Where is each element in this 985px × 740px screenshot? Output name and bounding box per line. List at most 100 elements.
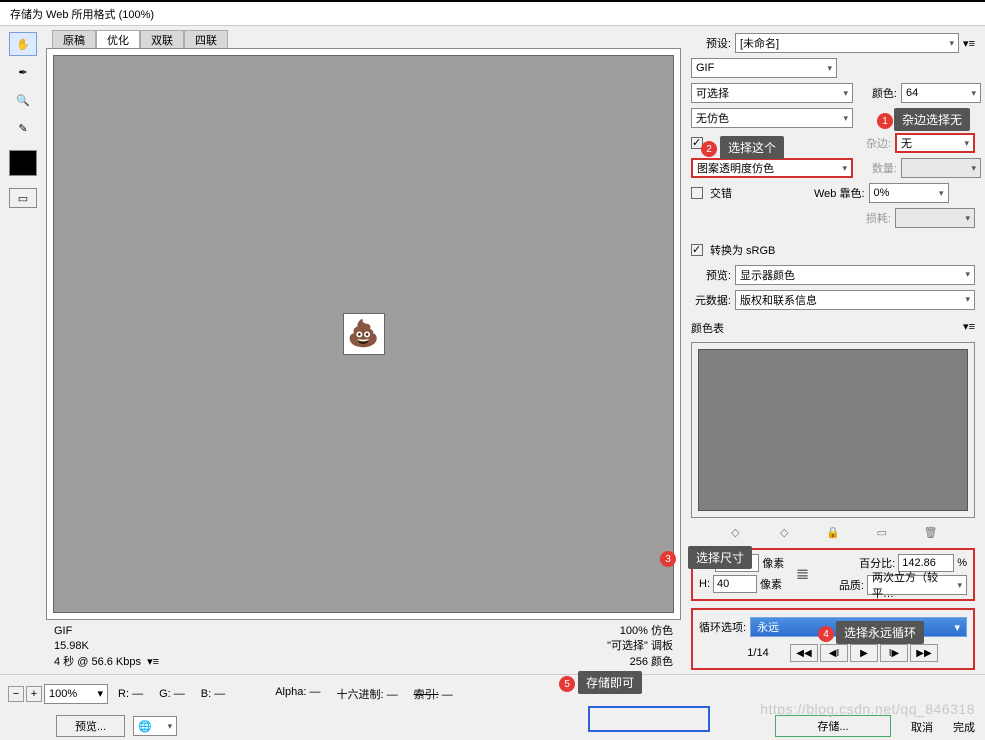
- zoom-in-button[interactable]: +: [26, 686, 42, 702]
- format-select[interactable]: GIF▾: [691, 58, 837, 78]
- percent-unit: %: [957, 557, 967, 569]
- eyedropper-icon: ✎: [18, 122, 27, 135]
- color-readout: R: — G: — B: —: [118, 688, 225, 700]
- ct-tool-4[interactable]: ▭: [874, 526, 890, 539]
- save-button[interactable]: 存储...: [775, 715, 891, 737]
- callout-1: 杂边选择无: [894, 108, 970, 131]
- badge-5: 5: [559, 676, 575, 692]
- tool-palette: ✋ ✒ 🔍 ✎ ▭: [0, 26, 46, 674]
- animation-group: 循环选项: 永远▾ 1/14 ◀◀ ◀I ▶ I▶ ▶▶: [691, 608, 975, 670]
- done-button[interactable]: 完成: [953, 715, 975, 737]
- zoom-out-button[interactable]: −: [8, 686, 24, 702]
- colors-select[interactable]: 64▾: [901, 83, 981, 103]
- first-frame-button[interactable]: ◀◀: [790, 644, 818, 662]
- next-frame-button[interactable]: I▶: [880, 644, 908, 662]
- toggle-slices[interactable]: ▭: [9, 188, 37, 208]
- zoom-tool[interactable]: 🔍: [9, 88, 37, 112]
- tab-4up[interactable]: 四联: [184, 30, 228, 48]
- colors-label: 颜色:: [857, 85, 897, 101]
- ct-tool-1[interactable]: ◇: [727, 526, 743, 539]
- amount-input: ▾: [901, 158, 981, 178]
- preset-menu-icon[interactable]: ▾≡: [963, 37, 975, 50]
- websnap-label: Web 靠色:: [814, 185, 865, 201]
- reduction-select[interactable]: 可选择▾: [691, 83, 853, 103]
- metadata-label: 元数据:: [691, 292, 731, 308]
- hand-icon: ✋: [16, 38, 30, 51]
- eyedropper-tool[interactable]: ✎: [9, 116, 37, 140]
- quality-select[interactable]: 两次立方（较平…▾: [867, 575, 967, 595]
- preview-button[interactable]: 预览...: [56, 715, 125, 737]
- color-table-label: 颜色表: [691, 323, 724, 335]
- preview-info: GIF 15.98K 4 秒 @ 56.6 Kbps ▾≡ 100% 仿色 "可…: [46, 620, 681, 674]
- last-frame-button[interactable]: ▶▶: [910, 644, 938, 662]
- badge-3: 3: [660, 551, 676, 567]
- color-table-menu-icon[interactable]: ▾≡: [963, 320, 975, 333]
- srgb-checkbox[interactable]: [691, 244, 703, 256]
- dither-select[interactable]: 无仿色▾: [691, 108, 853, 128]
- slice-icon: ✒: [18, 66, 27, 79]
- window-title: 存储为 Web 所用格式 (100%): [10, 6, 154, 22]
- callout-3: 选择尺寸: [688, 546, 752, 569]
- canvas-wrap: 💩: [46, 48, 681, 620]
- transparency-dither-select[interactable]: 图案透明度仿色▾: [691, 158, 853, 178]
- cancel-button[interactable]: 取消: [911, 715, 933, 737]
- ct-tool-3[interactable]: 🔒: [825, 526, 841, 539]
- alpha-readout: Alpha: — 十六进制: — 索引: —: [275, 686, 453, 702]
- color-table[interactable]: [691, 342, 975, 519]
- interlaced-checkbox[interactable]: [691, 187, 703, 199]
- frame-counter: 1/14: [728, 647, 788, 659]
- color-table-tools: ◇ ◇ 🔒 ▭ 🗑: [691, 524, 975, 541]
- info-size: 15.98K: [54, 639, 607, 654]
- chevron-down-icon: ▾: [827, 63, 832, 74]
- artwork: 💩: [343, 313, 385, 355]
- callout-2: 选择这个: [720, 136, 784, 159]
- lossy-label: 损耗:: [851, 210, 891, 226]
- main-area: ✋ ✒ 🔍 ✎ ▭ 原稿 优化 双联 四联 💩 GIF 15.98K 4 秒 @…: [0, 26, 985, 674]
- ct-tool-5[interactable]: 🗑: [923, 526, 939, 539]
- tab-2up[interactable]: 双联: [140, 30, 184, 48]
- matte-label: 杂边:: [851, 135, 891, 151]
- title-bar: 存储为 Web 所用格式 (100%): [0, 0, 985, 26]
- tab-optimized[interactable]: 优化: [96, 30, 140, 48]
- prev-frame-button[interactable]: ◀I: [820, 644, 848, 662]
- hand-tool[interactable]: ✋: [9, 32, 37, 56]
- websnap-input[interactable]: 0%▾: [869, 183, 949, 203]
- info-palette: "可选择" 调板: [607, 639, 673, 654]
- info-left: GIF 15.98K 4 秒 @ 56.6 Kbps ▾≡: [54, 624, 607, 670]
- canvas[interactable]: 💩: [53, 55, 674, 613]
- preset-select[interactable]: [未命名]▾: [735, 33, 959, 53]
- frame-controls: 1/14 ◀◀ ◀I ▶ I▶ ▶▶: [699, 644, 967, 662]
- info-right: 100% 仿色 "可选择" 调板 256 颜色: [607, 624, 673, 670]
- quality-label: 品质:: [839, 577, 864, 593]
- tab-original[interactable]: 原稿: [52, 30, 96, 48]
- badge-2: 2: [701, 141, 717, 157]
- srgb-label: 转换为 sRGB: [710, 242, 775, 258]
- link-icon[interactable]: 𝌆: [796, 554, 809, 595]
- metadata-select[interactable]: 版权和联系信息▾: [735, 290, 975, 310]
- artwork-icon: 💩: [347, 318, 379, 349]
- color-swatch[interactable]: [9, 150, 37, 176]
- info-dither: 100% 仿色: [607, 624, 673, 639]
- loop-label: 循环选项:: [699, 619, 746, 635]
- browser-select[interactable]: 🌐▾: [133, 716, 177, 736]
- callout-5: 存储即可: [578, 671, 642, 694]
- preview-label: 预览:: [691, 267, 731, 283]
- matte-select[interactable]: 无▾: [895, 133, 975, 153]
- height-input[interactable]: [713, 575, 757, 593]
- zoom-select[interactable]: 100%▾: [44, 684, 108, 704]
- magnifier-icon: 🔍: [16, 94, 30, 107]
- amount-label: 数量:: [857, 160, 897, 176]
- preview-pane: 原稿 优化 双联 四联 💩 GIF 15.98K 4 秒 @ 56.6 Kbps…: [46, 26, 685, 674]
- px-2: 像素: [760, 576, 782, 592]
- preview-select[interactable]: 显示器颜色▾: [735, 265, 975, 285]
- slice-tool[interactable]: ✒: [9, 60, 37, 84]
- info-time: 4 秒 @ 56.6 Kbps: [54, 656, 141, 668]
- callout-4: 选择永远循环: [836, 621, 924, 644]
- action-bar: 预览... 🌐▾ 存储... 取消 完成: [0, 712, 985, 740]
- interlaced-label: 交错: [710, 185, 810, 201]
- lossy-input: ▾: [895, 208, 975, 228]
- badge-4: 4: [818, 626, 834, 642]
- ct-tool-2[interactable]: ◇: [776, 526, 792, 539]
- play-button[interactable]: ▶: [850, 644, 878, 662]
- info-format: GIF: [54, 624, 607, 639]
